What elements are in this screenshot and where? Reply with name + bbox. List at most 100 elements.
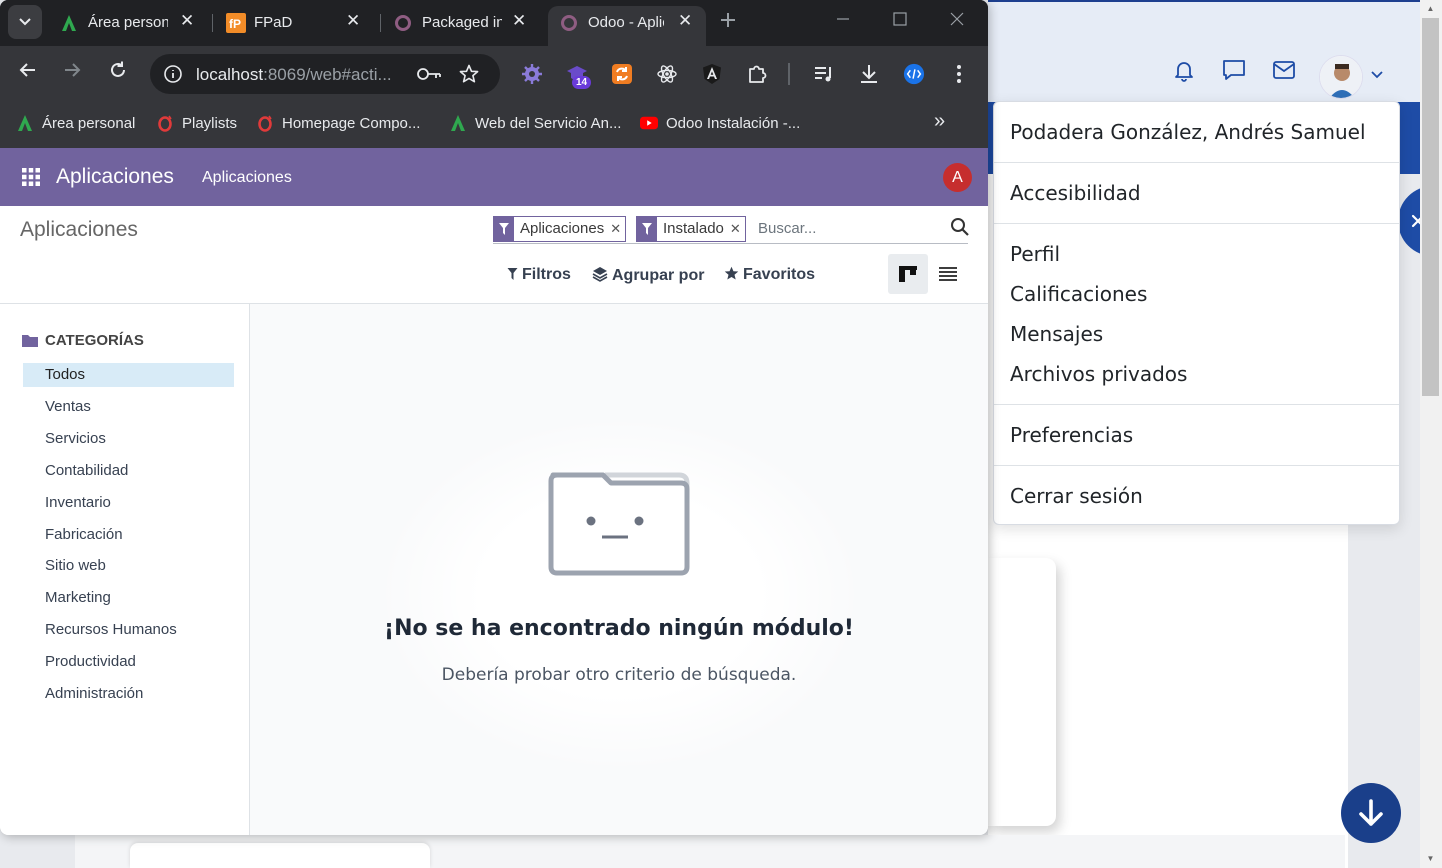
odoo-app: Aplicaciones Aplicaciones A Aplicaciones… [0,148,988,835]
bookmark-star-icon[interactable] [459,64,479,84]
filter-icon [507,267,518,283]
empty-state-subtitle: Debería probar otro criterio de búsqueda… [441,665,797,685]
url-path: :8069/web#acti... [263,65,392,84]
category-fabricacion[interactable]: Fabricación [23,523,234,547]
odoo-user-avatar[interactable]: A [943,163,972,192]
filters-button[interactable]: Filtros [507,266,571,284]
close-icon[interactable]: ✕ [512,11,526,31]
user-avatar[interactable] [1319,55,1363,99]
kanban-icon [899,266,917,282]
bookmark-homepage[interactable]: Homepage Compo... [256,114,420,132]
extension-sync-icon[interactable] [611,63,633,85]
minimize-button[interactable] [836,10,850,31]
search-input[interactable] [758,220,928,237]
opera-o-icon [156,114,174,132]
tab-title: Área personal [88,14,168,31]
scrollbar-thumb[interactable] [1422,18,1439,396]
extension-gear-icon[interactable] [521,63,543,85]
scroll-up-arrow-icon[interactable]: ▲ [1422,1,1439,17]
background-card [988,558,1056,826]
nav-menu-aplicaciones[interactable]: Aplicaciones [202,169,292,187]
category-sitio-web[interactable]: Sitio web [23,554,234,578]
extension-code-icon[interactable] [903,63,925,85]
category-administracion[interactable]: Administración [23,682,234,706]
close-window-button[interactable] [950,10,964,31]
apps-grid-icon[interactable] [22,168,40,186]
notifications-bell-icon[interactable] [1170,56,1198,84]
user-menu-chevron-icon[interactable] [1371,68,1383,82]
scroll-down-button[interactable] [1341,783,1401,843]
maximize-button[interactable] [893,10,907,31]
menu-divider [994,465,1399,466]
extension-graduation-icon[interactable]: 14 [566,63,592,89]
favorites-label: Favoritos [743,266,816,283]
group-by-button[interactable]: Agrupar por [592,266,704,285]
tab-fpad[interactable]: fP FPaD ✕ [218,6,378,40]
favorites-button[interactable]: Favoritos [724,266,815,284]
download-icon[interactable] [858,63,880,85]
category-recursos-humanos[interactable]: Recursos Humanos [23,618,234,642]
extensions-puzzle-icon[interactable] [746,63,768,85]
close-icon[interactable]: ✕ [346,11,360,31]
maximize-icon [893,12,907,26]
menu-item-grades[interactable]: Calificaciones [1010,282,1147,306]
extension-react-icon[interactable] [656,63,678,85]
tab-title: Packaged in [422,14,502,31]
moodle-a-icon [16,114,34,132]
tab-packaged[interactable]: Packaged in ✕ [386,6,546,40]
search-icon[interactable] [950,217,970,237]
forward-button[interactable] [62,60,82,86]
bookmark-label: Homepage Compo... [282,114,421,132]
remove-facet-icon[interactable]: ✕ [730,217,745,241]
tab-search-button[interactable] [8,5,42,39]
chevrons-right-icon: » [934,110,946,132]
key-icon[interactable] [416,65,442,83]
scroll-down-arrow-icon[interactable]: ▼ [1422,851,1439,867]
control-panel: Aplicaciones Aplicaciones ✕ Instalado ✕ … [0,206,988,304]
list-view-button[interactable] [930,254,966,294]
list-icon [939,267,957,281]
close-icon[interactable]: ✕ [678,11,692,31]
bookmark-area-personal[interactable]: Área personal [16,114,135,132]
kanban-view-button[interactable] [888,254,928,294]
mail-icon[interactable] [1270,56,1298,84]
site-info-icon[interactable] [163,64,183,84]
new-tab-button[interactable] [720,8,736,34]
category-servicios[interactable]: Servicios [23,427,234,451]
menu-item-logout[interactable]: Cerrar sesión [1010,484,1143,508]
category-marketing[interactable]: Marketing [23,586,234,610]
bookmarks-overflow-button[interactable]: » [934,110,945,133]
category-todos[interactable]: Todos [23,363,234,387]
bookmarks-bar: Área personal Playlists Homepage Compo..… [0,102,988,148]
close-icon[interactable]: ✕ [180,11,194,31]
address-bar[interactable]: localhost:8069/web#acti... [150,54,500,94]
category-productividad[interactable]: Productividad [23,650,234,674]
menu-item-accessibility[interactable]: Accesibilidad [1010,181,1141,205]
app-brand[interactable]: Aplicaciones [56,165,174,189]
category-ventas[interactable]: Ventas [23,395,234,419]
browser-menu-icon[interactable] [948,63,970,85]
moodle-a-icon [62,15,76,31]
category-inventario[interactable]: Inventario [23,491,234,515]
tab-area-personal[interactable]: Área personal ✕ [52,6,212,40]
tab-odoo-active[interactable]: Odoo - Aplicaciones ✕ [548,6,706,46]
bookmark-servicio[interactable]: Web del Servicio An... [449,114,621,132]
facet-label: Instalado [663,220,724,237]
bookmark-odoo-instalacion[interactable]: Odoo Instalación -... [640,114,800,132]
search-bar: Aplicaciones ✕ Instalado ✕ [493,214,970,244]
chat-bubble-icon[interactable] [1220,56,1248,84]
menu-item-messages[interactable]: Mensajes [1010,322,1103,346]
odoo-circle-icon [561,15,577,31]
category-contabilidad[interactable]: Contabilidad [23,459,234,483]
remove-facet-icon[interactable]: ✕ [610,217,625,241]
media-control-icon[interactable] [813,63,835,85]
menu-item-private-files[interactable]: Archivos privados [1010,362,1187,386]
menu-item-profile[interactable]: Perfil [1010,242,1060,266]
menu-item-preferences[interactable]: Preferencias [1010,423,1133,447]
bookmark-playlists[interactable]: Playlists [156,114,237,132]
extension-angular-icon[interactable] [701,63,723,85]
back-button[interactable] [18,60,38,86]
tab-strip: Área personal ✕ fP FPaD ✕ Packaged in ✕ … [0,0,988,46]
star-icon [724,266,739,284]
reload-button[interactable] [108,60,128,86]
